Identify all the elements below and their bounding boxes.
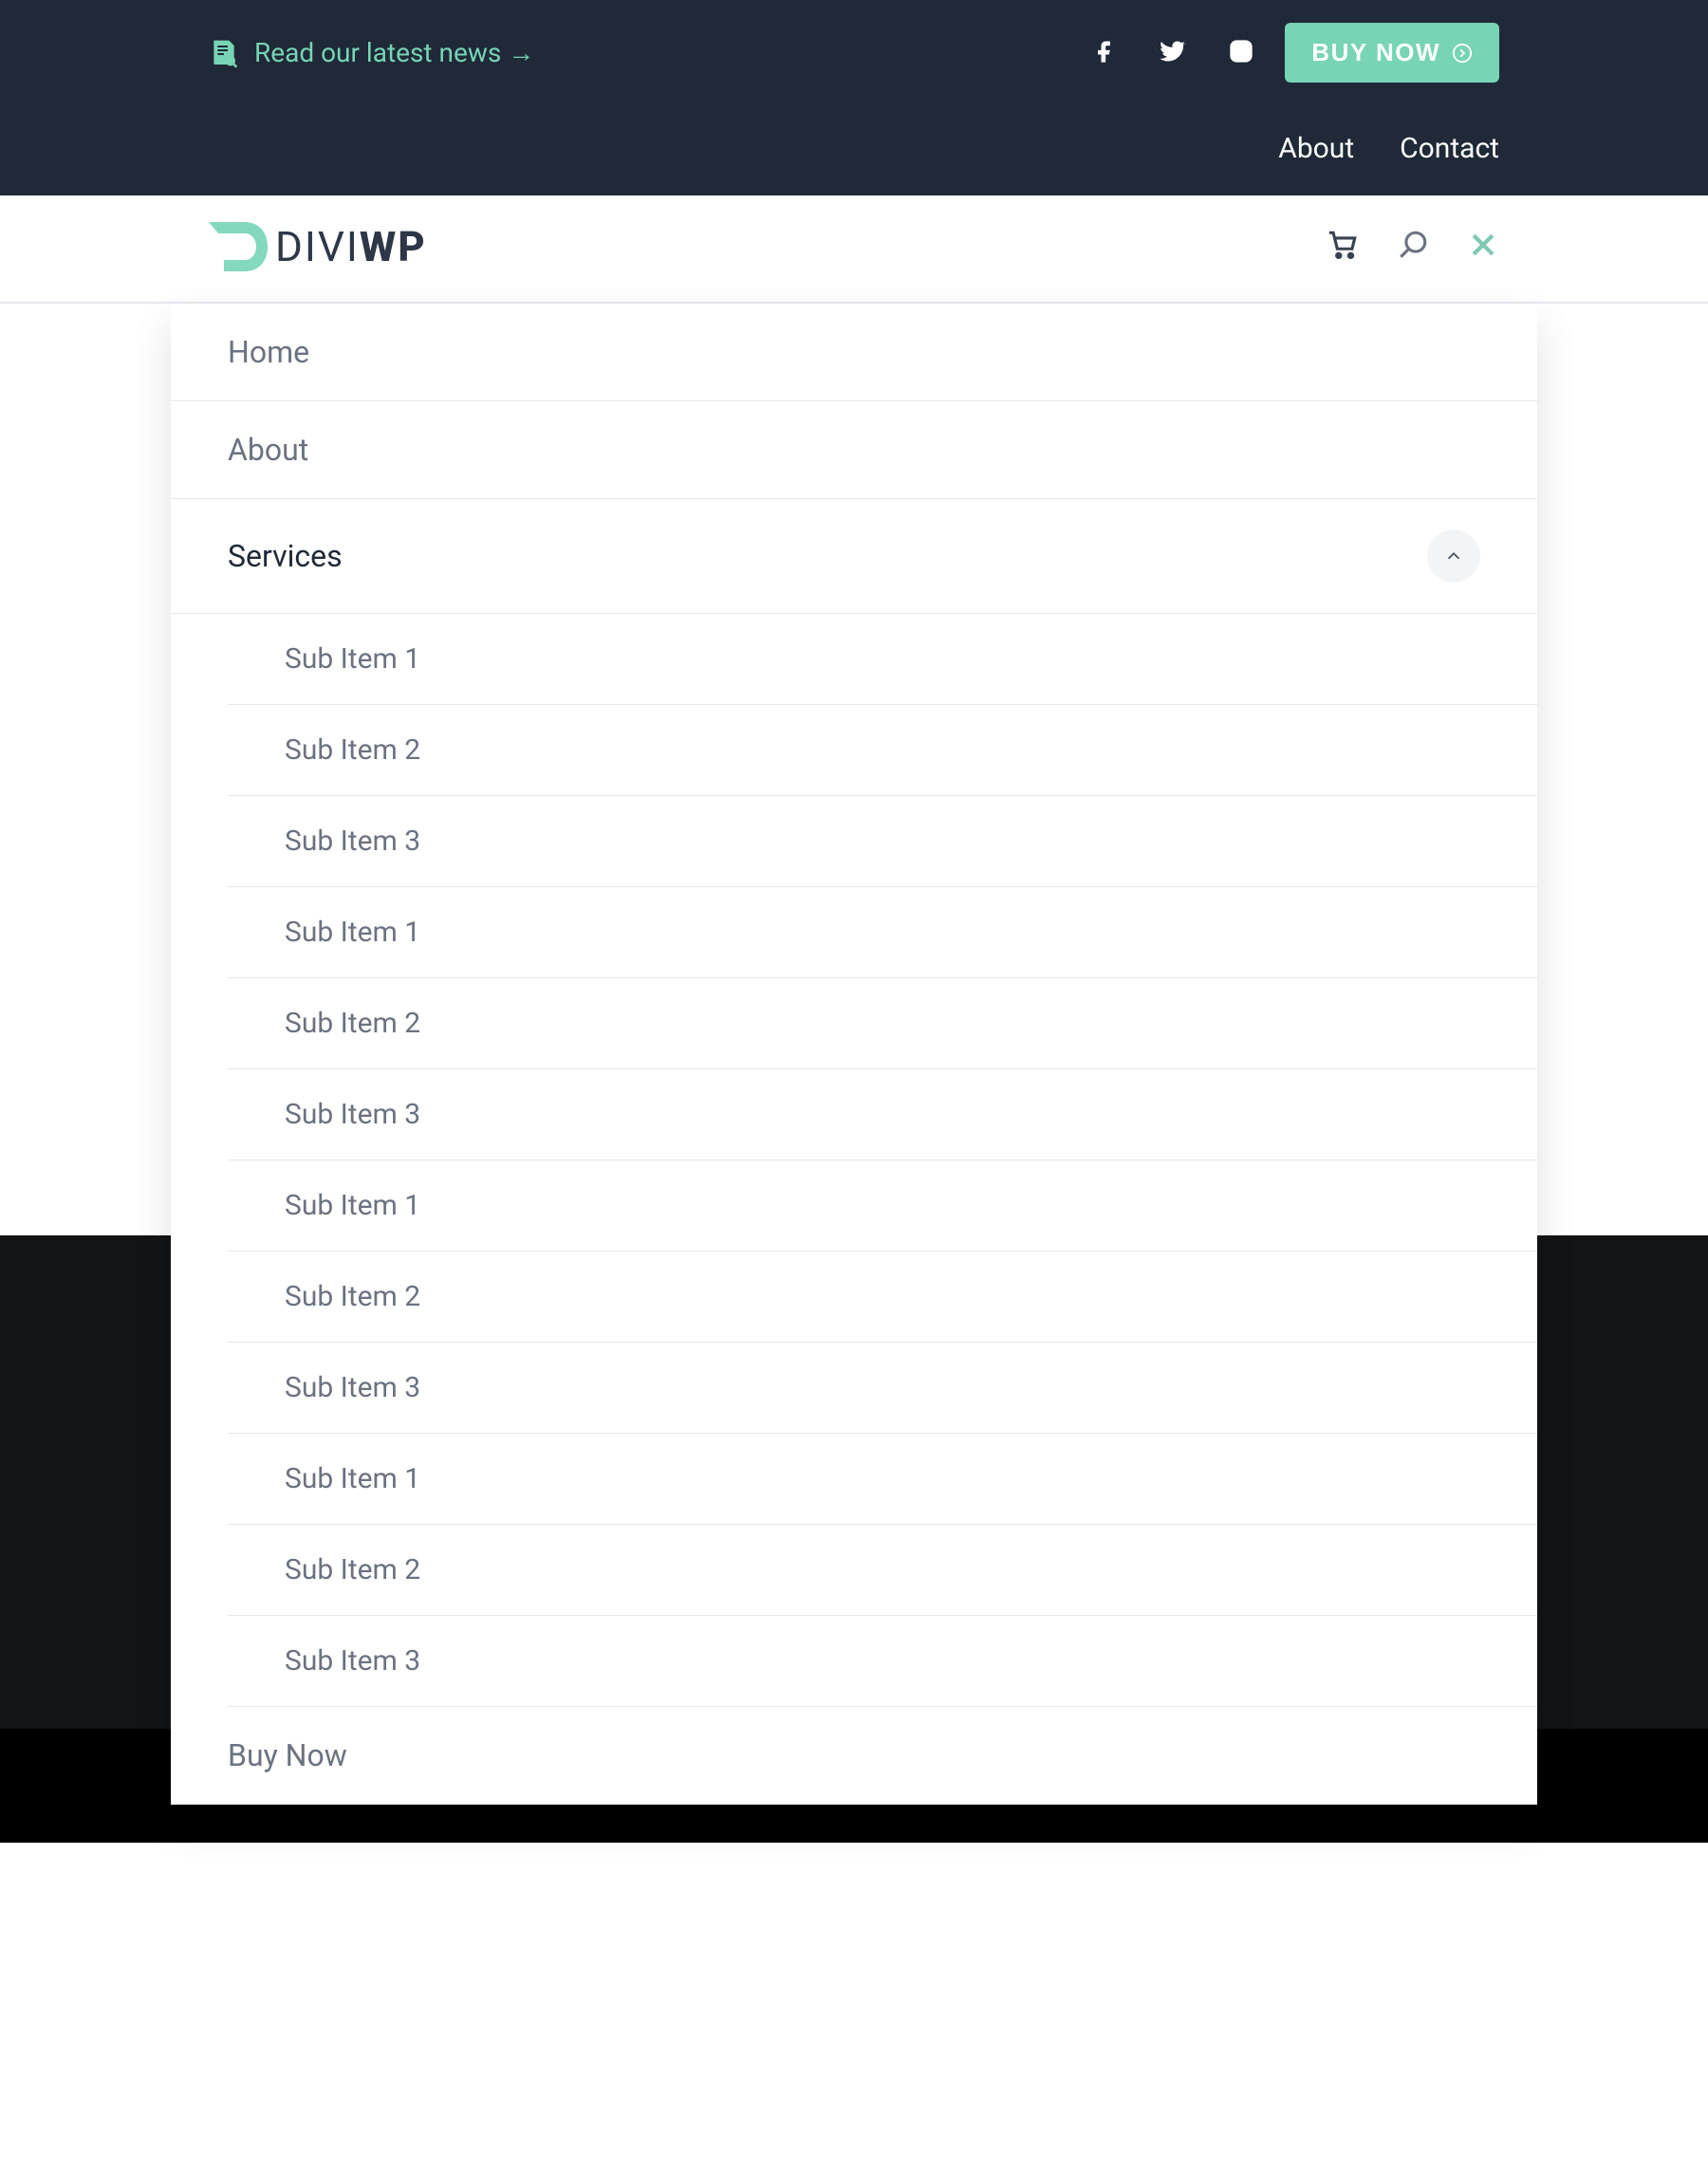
menu-item-buy-now[interactable]: Buy Now [171,1707,1537,1805]
menu-item-label: Home [228,334,309,370]
search-link[interactable] [1397,229,1429,265]
mobile-menu: Home About Services Sub Item 1 Sub Item … [171,304,1537,1805]
logo-text: DIVIWP [275,222,427,271]
twitter-icon [1160,38,1186,65]
arrow-circle-icon [1452,43,1473,64]
secondary-link-contact[interactable]: Contact [1400,132,1499,165]
buy-now-button[interactable]: BUY NOW [1285,23,1499,83]
buy-now-label: BUY NOW [1311,38,1440,67]
header-icons [1327,229,1499,265]
menu-item-services[interactable]: Services [171,499,1537,614]
close-menu-link[interactable] [1467,229,1499,265]
sub-item[interactable]: Sub Item 2 [228,705,1537,796]
menu-item-label: Buy Now [228,1737,347,1773]
sub-item[interactable]: Sub Item 3 [228,1616,1537,1707]
services-submenu: Sub Item 1 Sub Item 2 Sub Item 3 Sub Ite… [228,614,1537,1707]
secondary-nav: About Contact [171,105,1537,195]
topbar-actions: BUY NOW [1091,23,1499,83]
social-icons [1091,38,1254,68]
main-header: DIVIWP [0,195,1708,304]
logo[interactable]: DIVIWP [209,222,427,271]
facebook-link[interactable] [1091,38,1118,68]
secondary-link-about[interactable]: About [1278,132,1354,165]
instagram-icon [1228,38,1254,65]
sub-item[interactable]: Sub Item 1 [228,887,1537,978]
sub-item[interactable]: Sub Item 1 [228,1434,1537,1525]
sub-item[interactable]: Sub Item 2 [228,1252,1537,1343]
cart-link[interactable] [1327,229,1359,265]
sub-item[interactable]: Sub Item 2 [228,1525,1537,1616]
news-link[interactable]: Read our latest news → [209,36,534,70]
sub-item[interactable]: Sub Item 3 [228,796,1537,887]
search-icon [1397,229,1429,261]
facebook-icon [1091,38,1118,65]
menu-item-home[interactable]: Home [171,304,1537,401]
document-search-icon [209,36,239,70]
sub-item[interactable]: Sub Item 1 [228,1160,1537,1252]
collapse-toggle[interactable] [1427,529,1480,583]
close-icon [1467,229,1499,261]
logo-mark-icon [209,222,268,271]
news-link-label: Read our latest news → [254,37,534,68]
sub-item[interactable]: Sub Item 2 [228,978,1537,1069]
instagram-link[interactable] [1228,38,1254,68]
sub-item[interactable]: Sub Item 3 [228,1343,1537,1434]
menu-item-label: About [228,432,308,468]
chevron-up-icon [1443,546,1464,566]
topbar: Read our latest news → BUY NOW About Co [0,0,1708,195]
menu-item-about[interactable]: About [171,401,1537,499]
sub-item[interactable]: Sub Item 1 [228,614,1537,705]
menu-item-label: Services [228,538,343,574]
cart-icon [1327,229,1359,261]
twitter-link[interactable] [1160,38,1186,68]
sub-item[interactable]: Sub Item 3 [228,1069,1537,1160]
